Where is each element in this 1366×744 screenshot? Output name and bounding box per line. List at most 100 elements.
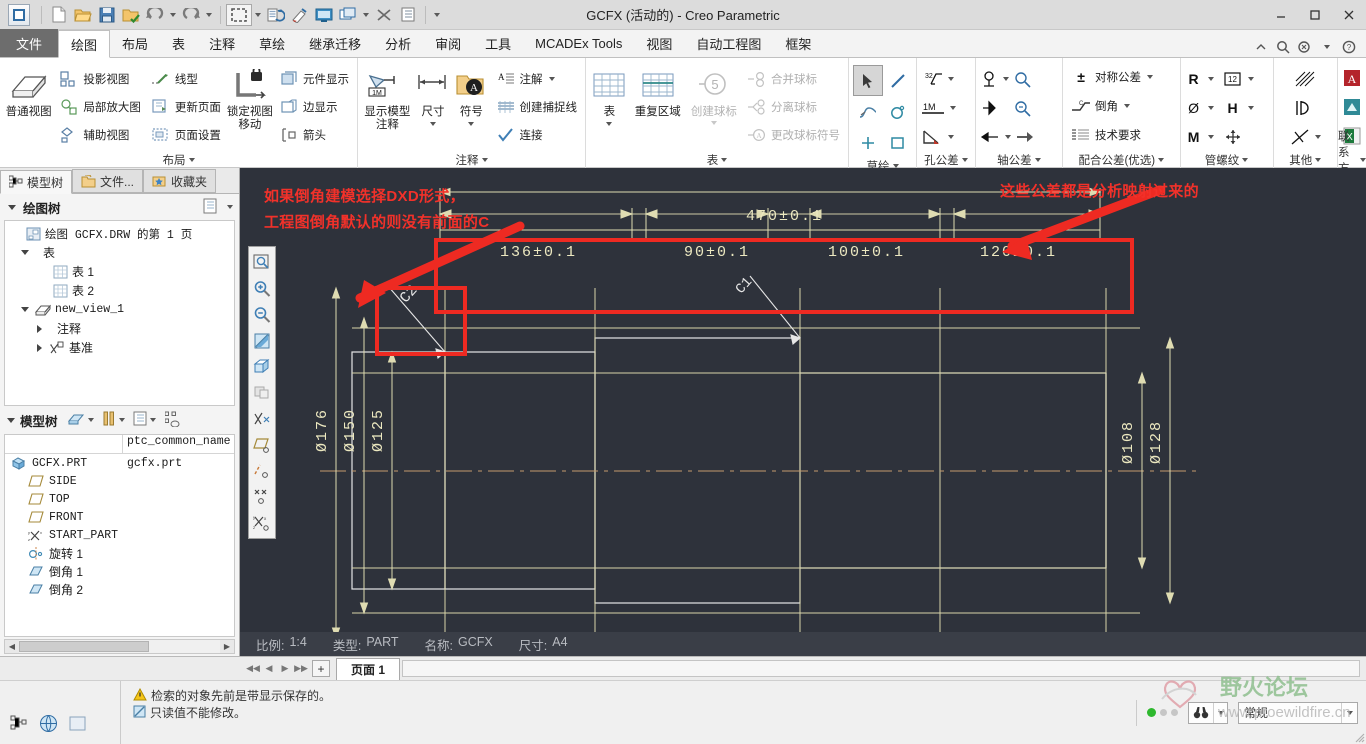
tree-node[interactable]: 表 1 — [5, 262, 234, 281]
marquee-select-button[interactable] — [226, 3, 252, 26]
tree-node[interactable]: x 基准 — [5, 338, 234, 357]
fit-tolerance-group-title[interactable]: 配合公差(优选) — [1063, 151, 1180, 168]
chevron-down-icon[interactable] — [1004, 134, 1011, 139]
page-setup-button[interactable]: 页面设置 — [147, 121, 225, 148]
update-sheet-button[interactable]: 更新页面 — [147, 93, 225, 120]
shaft-tolerance-group-title[interactable]: 轴公差 — [976, 151, 1062, 168]
table-group-title[interactable]: 表 — [586, 151, 848, 168]
creo-app-button[interactable] — [8, 3, 30, 26]
arrow-style-row[interactable] — [980, 122, 1035, 151]
line-style-button[interactable]: 线型 — [147, 65, 225, 92]
chevron-down-icon[interactable] — [1124, 103, 1131, 108]
window-arrange-button[interactable] — [336, 3, 360, 27]
display-style-button[interactable] — [312, 3, 336, 27]
model-tree[interactable]: ptc_common_name GCFX.PRT gcfx.prt SIDE T… — [4, 434, 235, 637]
close-button[interactable] — [1332, 0, 1366, 30]
pane-tab-favorites[interactable]: 收藏夹 — [143, 169, 217, 193]
line-button[interactable] — [883, 65, 913, 96]
taper-row[interactable] — [921, 122, 954, 151]
contact-group-title[interactable]: 联系方式 — [1338, 131, 1366, 191]
model-tree-toggle-icon[interactable] — [10, 714, 29, 736]
chevron-down-icon[interactable] — [430, 122, 437, 127]
tab-tools[interactable]: 工具 — [473, 29, 523, 57]
model-tree-horizontal-scrollbar[interactable]: ◀ ▶ — [4, 639, 235, 654]
create-snap-line-button[interactable]: 创建捕捉线 — [492, 93, 582, 120]
metric-row[interactable]: M — [1185, 122, 1243, 151]
tree-node[interactable]: new_view_1 — [5, 300, 234, 319]
symmetric-tolerance-button[interactable]: ± 对称公差 — [1067, 62, 1157, 91]
table-row[interactable]: TOP — [5, 490, 234, 508]
datum-1m-row[interactable]: 1M — [921, 93, 956, 122]
tab-view[interactable]: 视图 — [634, 29, 684, 57]
browser-icon[interactable] — [39, 714, 58, 736]
annotate-group-title[interactable]: 注释 — [358, 151, 585, 168]
repaint-button[interactable] — [288, 3, 312, 27]
edge-display-button[interactable]: 边显示 — [275, 93, 353, 120]
close-window-button[interactable] — [372, 3, 396, 27]
display-style-button[interactable] — [250, 354, 274, 379]
projection-view-button[interactable]: 投影视图 — [55, 65, 145, 92]
circle-button[interactable] — [883, 96, 913, 127]
chevron-down-icon[interactable] — [1247, 76, 1254, 81]
select-dropdown[interactable] — [252, 3, 264, 27]
other-group-title[interactable]: 其他 — [1274, 151, 1337, 168]
link-button[interactable]: 连接 — [492, 121, 582, 148]
drawing-tree-collapse-toggle[interactable] — [6, 205, 18, 210]
layout-group-title[interactable]: 布局 — [0, 151, 357, 168]
tab-inherit-migrate[interactable]: 继承迁移 — [297, 29, 373, 57]
window-dropdown[interactable] — [360, 3, 372, 27]
tab-sketch[interactable]: 草绘 — [247, 29, 297, 57]
radius-r-icon[interactable]: R — [1185, 71, 1203, 87]
datum-display-all-button[interactable] — [250, 406, 274, 431]
scroll-left-icon[interactable]: ◀ — [5, 640, 19, 653]
tab-auto-drawing[interactable]: 自动工程图 — [684, 29, 773, 57]
select-arrow-button[interactable] — [852, 65, 883, 96]
chevron-down-icon[interactable] — [1314, 134, 1321, 139]
detail-view-button[interactable]: 局部放大图 — [55, 93, 145, 120]
chevron-down-icon[interactable] — [149, 418, 156, 422]
csys-display-button[interactable]: yzx — [250, 510, 274, 535]
twisty[interactable] — [19, 250, 31, 255]
tree-node[interactable]: 表 — [5, 243, 234, 262]
search-icon[interactable] — [1274, 37, 1292, 57]
show-model-annotations-button[interactable]: 1M 显示模型 注释 — [362, 62, 413, 132]
lock-view-movement-button[interactable]: 锁定视图 移动 — [227, 62, 273, 132]
table-row[interactable]: 倒角 2 — [5, 580, 234, 598]
collapse-ribbon-icon[interactable] — [1252, 37, 1270, 57]
undo-dropdown[interactable] — [167, 3, 179, 27]
filter-tools-icon[interactable] — [102, 411, 116, 430]
auxiliary-view-button[interactable]: 辅助视图 — [55, 121, 145, 148]
table-row[interactable]: SIDE — [5, 472, 234, 490]
hatch-row[interactable] — [1294, 64, 1316, 93]
chevron-down-icon[interactable] — [948, 134, 954, 139]
twisty[interactable] — [33, 344, 45, 352]
scrollbar-thumb[interactable] — [19, 641, 149, 652]
spline-button[interactable] — [853, 96, 883, 127]
chevron-down-icon[interactable] — [1213, 702, 1227, 723]
pipe-thread-group-title[interactable]: 管螺纹 — [1181, 151, 1273, 168]
repeat-region-button[interactable]: 重复区域 — [631, 62, 685, 119]
dimension-button[interactable]: 尺寸 — [415, 62, 451, 127]
chevron-down-icon[interactable] — [118, 418, 125, 422]
redo-dropdown[interactable] — [203, 3, 215, 27]
first-page-button[interactable]: ◀◀ — [246, 663, 260, 674]
find-tool[interactable] — [1188, 701, 1228, 724]
settings-list-icon[interactable] — [133, 411, 147, 429]
blank-panel-icon[interactable] — [68, 714, 87, 736]
chevron-down-icon[interactable] — [468, 122, 475, 127]
point-button[interactable] — [853, 127, 883, 158]
note-button[interactable]: A 注解 — [492, 65, 582, 92]
radius-row[interactable]: R 12 — [1185, 64, 1254, 93]
dwg-export-button[interactable] — [1342, 92, 1362, 121]
undo-button[interactable] — [143, 3, 167, 27]
tab-table[interactable]: 表 — [160, 29, 197, 57]
page-tab-1[interactable]: 页面 1 — [336, 657, 401, 680]
maximize-button[interactable] — [1298, 0, 1332, 30]
zoom-window-button[interactable] — [250, 250, 274, 275]
chevron-down-icon[interactable] — [548, 76, 555, 81]
tree-columns-icon[interactable] — [164, 411, 181, 430]
drawing-canvas[interactable]: 470±0.1 136±0.1 90±0.1 100±0.1 120±0.1 Ø… — [240, 168, 1366, 656]
zoom-out-button[interactable] — [250, 302, 274, 327]
pane-tab-file-browser[interactable]: 文件... — [72, 169, 144, 193]
next-page-button[interactable]: ▶ — [278, 663, 292, 674]
